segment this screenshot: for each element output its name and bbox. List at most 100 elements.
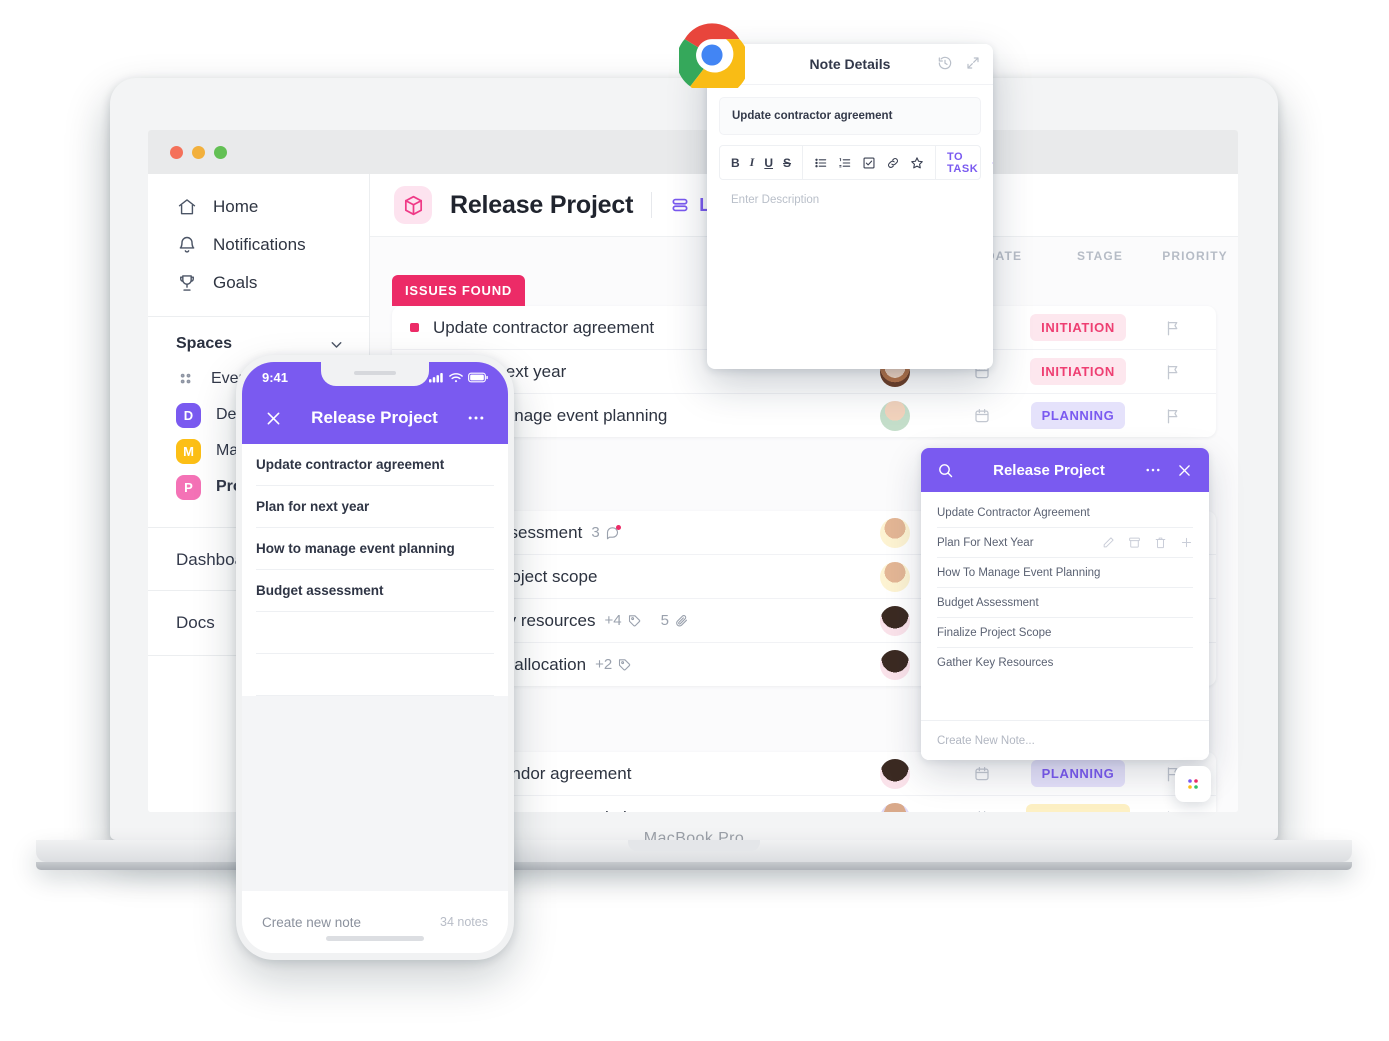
stage-badge: EXECUTION <box>1026 804 1130 812</box>
col-priority: PRIORITY <box>1162 249 1228 263</box>
tag-count-value: +2 <box>595 656 613 673</box>
more-icon[interactable] <box>1144 461 1162 479</box>
page-title: Release Project <box>450 190 634 219</box>
chevron-down-icon[interactable] <box>328 336 345 353</box>
window-minimize-button[interactable] <box>192 145 205 159</box>
phone-mockup: 9:41 Release Project Update contractor a… <box>236 355 514 960</box>
checkbox-icon[interactable] <box>862 156 876 170</box>
stage-cell[interactable]: INITIATION <box>1026 358 1130 385</box>
widget-note-list: Update Contractor Agreement Plan For Nex… <box>921 492 1209 696</box>
list-item[interactable]: Budget assessment <box>256 570 494 612</box>
create-note-input[interactable]: Create New Note... <box>921 720 1209 760</box>
note-details-title: Note Details <box>809 56 891 72</box>
stage-cell[interactable]: INITIATION <box>1026 314 1130 341</box>
more-icon[interactable] <box>466 408 486 428</box>
text-format-group: B I U S <box>720 146 802 179</box>
widget-title: Release Project <box>993 461 1105 479</box>
note-editor-toolbar: B I U S TO TASK <box>719 145 993 180</box>
star-icon[interactable] <box>910 156 924 170</box>
list-item[interactable]: Budget Assessment <box>937 588 1193 618</box>
chrome-icon <box>679 22 745 88</box>
history-icon[interactable] <box>937 55 953 71</box>
tag-count[interactable]: +2 <box>595 656 632 673</box>
bullet-list-icon[interactable] <box>814 156 828 170</box>
italic-button[interactable]: I <box>750 155 755 170</box>
list-view-icon <box>670 195 690 215</box>
to-task-button[interactable]: TO TASK <box>947 151 993 175</box>
table-row[interactable]: How to manage event planning PLANNING <box>392 394 1216 437</box>
list-item[interactable]: Plan for next year <box>256 486 494 528</box>
window-close-button[interactable] <box>170 145 183 159</box>
apps-grid-icon[interactable] <box>1175 766 1211 802</box>
bold-button[interactable]: B <box>731 156 740 170</box>
list-item-label: Gather Key Resources <box>937 656 1054 669</box>
expand-icon[interactable] <box>965 55 981 71</box>
release-project-widget: Release Project Update Contractor Agreem… <box>921 448 1209 760</box>
avatar[interactable] <box>852 758 938 789</box>
stage-cell[interactable]: PLANNING <box>1026 402 1130 429</box>
close-icon[interactable] <box>264 409 283 428</box>
stage-cell[interactable]: EXECUTION <box>1026 804 1130 812</box>
list-item[interactable]: Update Contractor Agreement <box>937 498 1193 528</box>
sidebar-item-goals[interactable]: Goals <box>148 264 369 302</box>
note-count: 34 notes <box>440 915 488 929</box>
flag-icon[interactable] <box>1130 363 1216 381</box>
list-item[interactable]: Plan For Next Year <box>937 528 1193 558</box>
status-time: 9:41 <box>262 369 289 385</box>
list-item[interactable]: Finalize Project Scope <box>937 618 1193 648</box>
note-description-input[interactable]: Enter Description <box>719 180 981 220</box>
avatar-image <box>880 605 910 636</box>
table-row[interactable]: Redesign company website EXECUTION <box>392 796 1216 812</box>
search-icon[interactable] <box>937 462 954 479</box>
phone-home-indicator <box>326 936 424 941</box>
window-maximize-button[interactable] <box>214 145 227 159</box>
status-square <box>410 323 419 332</box>
edit-icon[interactable] <box>1102 536 1115 549</box>
list-item[interactable]: Gather Key Resources <box>937 648 1193 677</box>
note-title-input[interactable]: Update contractor agreement <box>719 97 981 135</box>
trash-icon[interactable] <box>1154 536 1167 549</box>
list-item-label: Budget Assessment <box>937 596 1039 609</box>
flag-icon[interactable] <box>1130 809 1216 812</box>
stage-badge: INITIATION <box>1030 358 1126 385</box>
underline-button[interactable]: U <box>764 156 773 170</box>
space-tile: P <box>176 474 201 500</box>
apps-grid-glyph <box>1188 779 1198 789</box>
list-item-label: Update Contractor Agreement <box>937 506 1090 519</box>
flag-icon[interactable] <box>1130 319 1216 337</box>
calendar-icon[interactable] <box>938 809 1026 812</box>
comment-count[interactable]: 3 <box>591 524 621 541</box>
create-note-action[interactable]: Create new note <box>262 915 361 930</box>
laptop-base-edge <box>36 862 1352 870</box>
phone-note-list: Update contractor agreement Plan for nex… <box>242 444 508 696</box>
widget-header-actions <box>1144 461 1193 479</box>
note-details-body: Update contractor agreement B I U S TO T… <box>707 85 993 232</box>
tag-count[interactable]: +4 <box>605 612 642 629</box>
macos-titlebar <box>148 130 1238 174</box>
list-item[interactable]: Update contractor agreement <box>256 444 494 486</box>
sidebar-item-home[interactable]: Home <box>148 188 369 226</box>
comment-count-value: 3 <box>591 524 600 541</box>
calendar-icon[interactable] <box>938 765 1026 783</box>
flag-icon[interactable] <box>1130 407 1216 425</box>
strikethrough-button[interactable]: S <box>783 156 791 170</box>
list-item[interactable]: How to manage event planning <box>256 528 494 570</box>
close-icon[interactable] <box>1176 462 1193 479</box>
avatar[interactable] <box>852 400 938 431</box>
avatar[interactable] <box>852 802 938 812</box>
sidebar-item-notifications[interactable]: Notifications <box>148 226 369 264</box>
numbered-list-icon[interactable] <box>838 156 852 170</box>
tag-count-value: +4 <box>604 612 622 629</box>
phone-footer[interactable]: Create new note 34 notes <box>242 891 508 953</box>
attachment-count[interactable]: 5 <box>661 612 689 629</box>
plus-icon[interactable] <box>1180 536 1193 549</box>
sidebar-item-label: Goals <box>213 273 258 292</box>
to-task-group: TO TASK <box>935 146 993 179</box>
list-item-empty <box>256 612 494 654</box>
list-item[interactable]: How To Manage Event Planning <box>937 558 1193 588</box>
archive-icon[interactable] <box>1128 536 1141 549</box>
calendar-icon[interactable] <box>938 407 1026 425</box>
link-icon[interactable] <box>886 156 900 170</box>
trophy-icon <box>176 273 197 294</box>
stage-cell[interactable]: PLANNING <box>1026 760 1130 787</box>
